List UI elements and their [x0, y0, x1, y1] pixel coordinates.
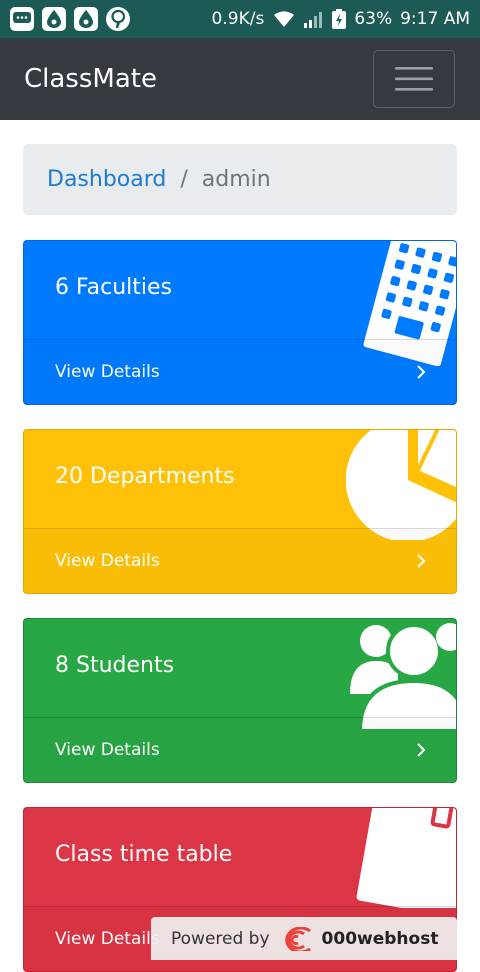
chevron-right-icon	[417, 554, 426, 568]
view-details-label: View Details	[55, 740, 160, 760]
departments-card: 20 Departments View Details	[23, 429, 457, 594]
drop-notification-icon	[42, 7, 66, 31]
status-right: 0.9K/s 63% 9:17 AM	[212, 9, 470, 29]
view-details-label: View Details	[55, 929, 160, 949]
breadcrumb-separator: /	[180, 167, 188, 192]
card-title: 20 Departments	[55, 464, 235, 489]
pinterest-icon	[106, 7, 130, 31]
network-speed: 0.9K/s	[211, 9, 265, 29]
wifi-icon	[274, 11, 295, 27]
students-view-details-link[interactable]: View Details	[24, 717, 456, 782]
students-card: 8 Students View Details	[23, 618, 457, 783]
faculties-view-details-link[interactable]: View Details	[24, 339, 456, 404]
navbar-toggle-button[interactable]	[373, 50, 455, 108]
faculties-card: 6 Faculties View Details	[23, 240, 457, 405]
clock: 9:17 AM	[400, 9, 470, 29]
powered-by-badge[interactable]: Powered by 000webhost	[151, 917, 457, 960]
breadcrumb-dashboard-link[interactable]: Dashboard	[47, 167, 166, 192]
view-details-label: View Details	[55, 551, 160, 571]
calendar-icon	[356, 808, 456, 908]
view-details-label: View Details	[55, 362, 160, 382]
hamburger-icon	[395, 67, 433, 91]
breadcrumb-current: admin	[201, 167, 271, 192]
drop-notification-icon	[74, 7, 98, 31]
chevron-right-icon	[417, 743, 426, 757]
pie-chart-icon	[346, 430, 456, 540]
webhost-name: 000webhost	[321, 928, 439, 949]
battery-icon	[332, 9, 347, 29]
card-title: Class time table	[55, 842, 233, 867]
navbar: ClassMate	[0, 38, 480, 120]
chevron-right-icon	[417, 365, 426, 379]
notification-icons	[10, 7, 130, 31]
signal-icon	[304, 12, 323, 28]
card-title: 6 Faculties	[55, 275, 172, 300]
departments-view-details-link[interactable]: View Details	[24, 528, 456, 593]
webhost-logo-icon	[284, 926, 311, 951]
brand[interactable]: ClassMate	[24, 64, 157, 94]
breadcrumb: Dashboard / admin	[23, 144, 457, 215]
powered-by-label: Powered by	[171, 928, 270, 949]
chat-notification-icon	[10, 7, 34, 31]
card-title: 8 Students	[55, 653, 175, 678]
battery-level: 63%	[354, 9, 393, 29]
status-bar: 0.9K/s 63% 9:17 AM	[0, 0, 480, 38]
